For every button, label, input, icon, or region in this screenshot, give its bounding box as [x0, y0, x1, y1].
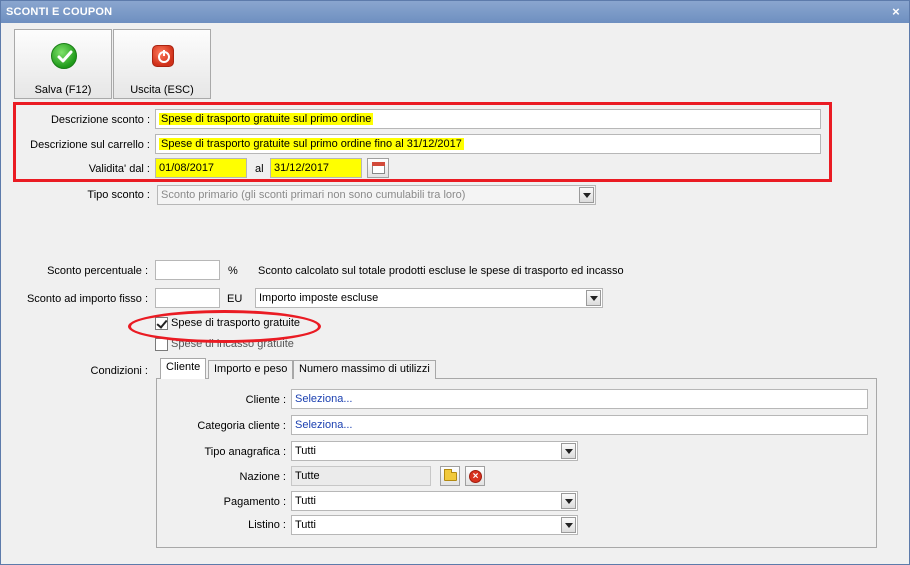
check-icon [51, 43, 77, 69]
save-button[interactable]: Salva (F12) [14, 29, 112, 99]
country-clear-button[interactable]: × [465, 466, 485, 486]
exit-button[interactable]: Uscita (ESC) [113, 29, 211, 99]
tab-cliente[interactable]: Cliente [160, 358, 207, 379]
chevron-down-icon[interactable] [561, 443, 576, 459]
free-collection-checkbox[interactable] [155, 338, 168, 351]
percentage-note: Sconto calcolato sul totale prodotti esc… [258, 265, 624, 277]
close-icon[interactable]: × [889, 1, 903, 23]
tax-mode-value: Importo imposte escluse [259, 292, 379, 304]
discount-type-value: Sconto primario (gli sconti primari non … [161, 189, 466, 201]
save-button-label: Salva (F12) [34, 84, 92, 96]
price-list-select[interactable]: Tutti [291, 515, 578, 535]
payment-value: Tutti [295, 495, 316, 507]
registry-type-select[interactable]: Tutti [291, 441, 578, 461]
chevron-down-icon[interactable] [586, 290, 601, 306]
percent-unit: % [228, 265, 238, 277]
customer-select[interactable]: Seleziona... [291, 389, 868, 409]
exit-button-label: Uscita (ESC) [130, 84, 194, 96]
percentage-input[interactable] [155, 260, 220, 280]
window-title: SCONTI E COUPON [6, 6, 113, 18]
percentage-label: Sconto percentuale : [47, 265, 148, 277]
tab-max-utilizzi[interactable]: Numero massimo di utilizzi [293, 360, 436, 379]
title-bar: SCONTI E COUPON × [1, 1, 909, 23]
tax-mode-select[interactable]: Importo imposte escluse [255, 288, 603, 308]
fixed-amount-input[interactable] [155, 288, 220, 308]
discount-type-label: Tipo sconto : [87, 189, 150, 201]
customer-category-select[interactable]: Seleziona... [291, 415, 868, 435]
chevron-down-icon[interactable] [579, 187, 594, 203]
customer-label: Cliente : [245, 394, 286, 406]
chevron-down-icon[interactable] [561, 517, 576, 533]
power-icon [152, 45, 174, 67]
country-label: Nazione : [239, 471, 286, 483]
chevron-down-icon[interactable] [561, 493, 576, 509]
registry-type-value: Tutti [295, 445, 316, 457]
fixed-amount-label: Sconto ad importo fisso : [26, 293, 148, 305]
customer-category-value[interactable]: Seleziona... [295, 419, 352, 431]
country-field: Tutte [291, 466, 431, 486]
annotation-ellipse [128, 310, 321, 343]
tab-importo-peso[interactable]: Importo e peso [208, 360, 294, 379]
country-browse-button[interactable] [440, 466, 460, 486]
annotation-rectangle [13, 102, 832, 182]
currency-unit: EU [227, 293, 243, 305]
customer-category-label: Categoria cliente : [197, 420, 286, 432]
payment-label: Pagamento : [223, 496, 286, 508]
price-list-value: Tutti [295, 519, 316, 531]
delete-icon: × [469, 470, 482, 483]
discount-type-select[interactable]: Sconto primario (gli sconti primari non … [157, 185, 596, 205]
registry-type-label: Tipo anagrafica : [204, 446, 286, 458]
price-list-label: Listino : [248, 519, 286, 531]
country-value: Tutte [295, 470, 320, 482]
folder-icon [444, 469, 457, 481]
discount-window: SCONTI E COUPON × Salva (F12) Uscita (ES… [0, 0, 910, 565]
payment-select[interactable]: Tutti [291, 491, 578, 511]
conditions-label: Condizioni : [90, 365, 148, 377]
customer-value[interactable]: Seleziona... [295, 393, 352, 405]
